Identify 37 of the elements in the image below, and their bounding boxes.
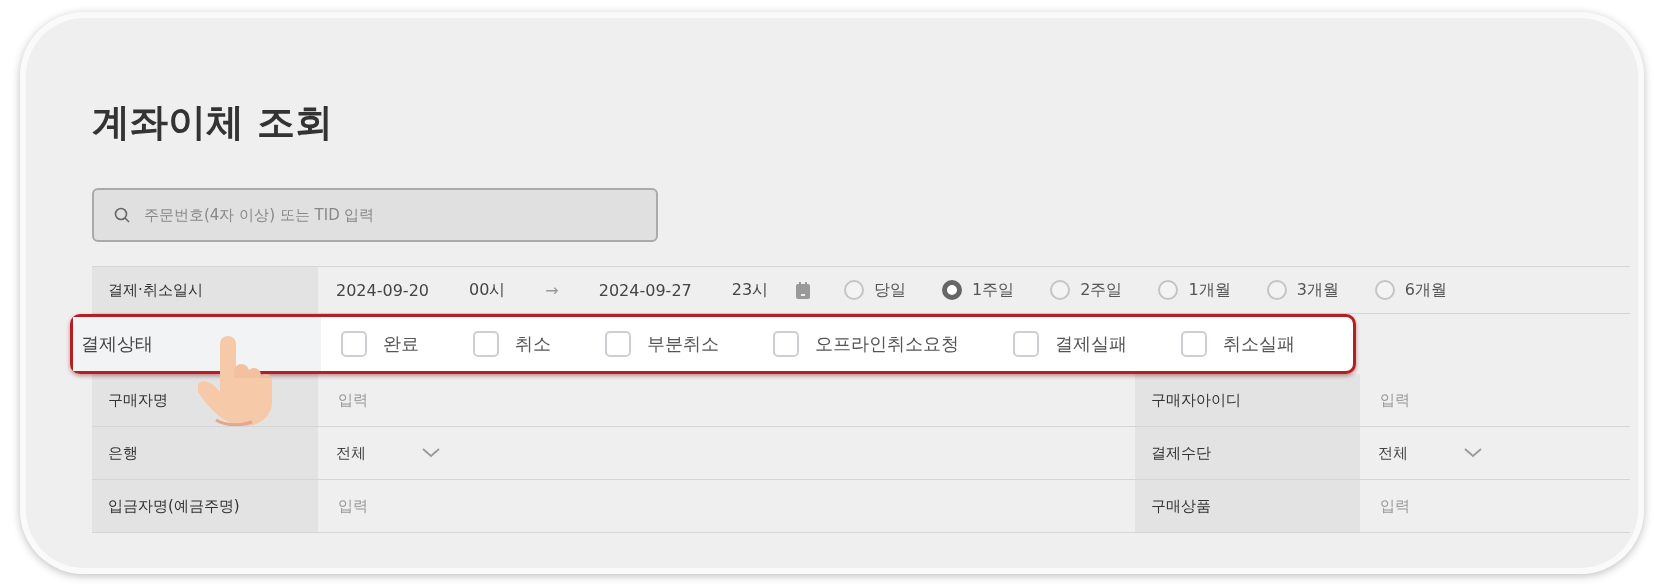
start-hour[interactable]: 00시 [469, 279, 506, 301]
end-hour[interactable]: 23시 [731, 279, 769, 301]
text-input-field[interactable]: 입력 [1378, 390, 1582, 410]
period-radio[interactable]: 당일 [844, 279, 907, 301]
text-input-field[interactable]: 입력 [336, 390, 540, 410]
status-checkbox[interactable]: 취소실패 [1181, 331, 1295, 357]
end-date[interactable]: 2024-09-27 [598, 280, 692, 300]
start-date[interactable]: 2024-09-20 [336, 280, 429, 300]
text-input-field[interactable]: 입력 [1378, 496, 1582, 516]
status-checkbox[interactable]: 완료 [341, 331, 419, 357]
period-radio[interactable]: 3개월 [1266, 279, 1339, 301]
status-checkbox[interactable]: 취소 [473, 331, 551, 357]
status-checkbox[interactable]: 결제실패 [1013, 331, 1127, 357]
field-label: 결제·취소일시 [108, 280, 203, 300]
field-label: 은행 [108, 443, 138, 463]
field-label: 구매자아이디 [1151, 390, 1241, 410]
status-checkbox[interactable]: 오프라인취소요청 [773, 331, 959, 357]
page-title: 계좌이체 조회 [92, 99, 335, 146]
field-label: 입금자명(예금주명) [108, 496, 240, 516]
status-checkbox[interactable]: 부분취소 [605, 331, 719, 357]
dropdown[interactable]: 전체 [336, 443, 440, 463]
field-label: 결제상태 [81, 332, 153, 356]
period-radio[interactable]: 1개월 [1158, 279, 1231, 301]
text-input-field[interactable]: 입력 [336, 496, 540, 516]
field-label: 구매자명 [108, 390, 168, 410]
search-field[interactable]: 주문번호(4자 이상) 또는 TID 입력 [92, 188, 658, 242]
period-radio[interactable]: 6개월 [1374, 279, 1448, 301]
calendar-icon[interactable] [796, 281, 811, 299]
arrow-glyph: → [545, 280, 559, 300]
dropdown[interactable]: 전체 [1378, 443, 1482, 463]
chevron-down-icon [422, 448, 440, 458]
chevron-down-icon [1464, 448, 1482, 458]
field-label: 구매상품 [1151, 496, 1211, 516]
field-label: 결제수단 [1151, 443, 1211, 463]
period-radio[interactable]: 2주일 [1050, 279, 1123, 301]
period-radio[interactable]: 1주일 [942, 279, 1015, 301]
search-icon [114, 207, 130, 223]
